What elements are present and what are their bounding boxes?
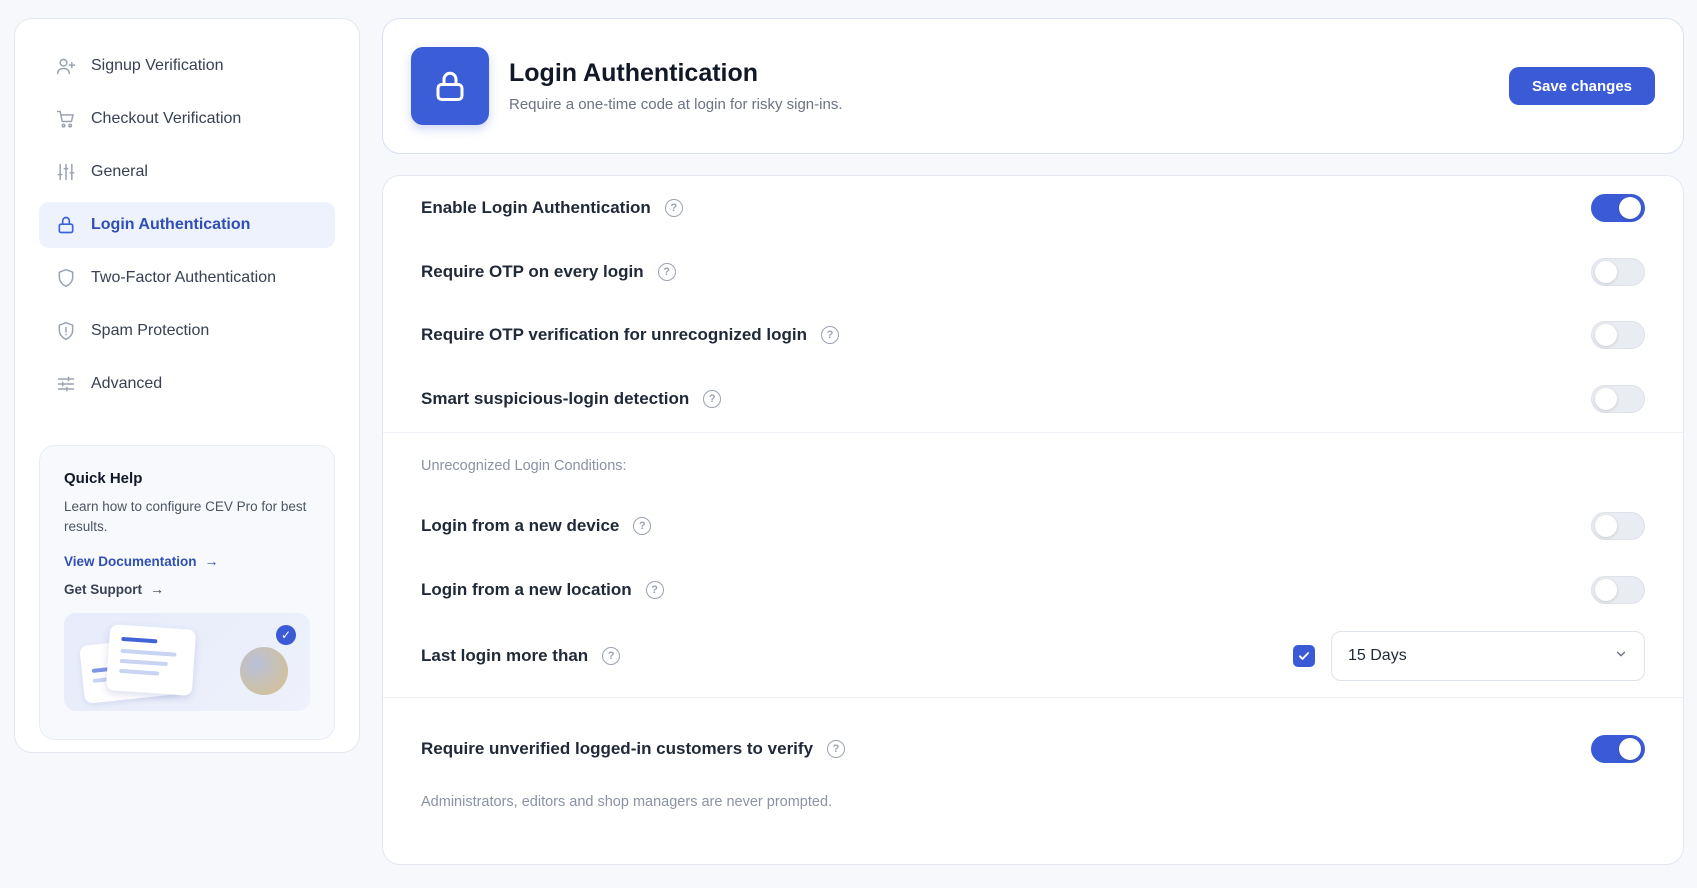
setting-label: Smart suspicious-login detection <box>421 389 690 408</box>
arrow-right-icon: → <box>204 553 219 569</box>
setting-new-location: Login from a new location ? <box>421 570 1645 610</box>
setting-label: Require unverified logged-in customers t… <box>421 739 814 758</box>
page-subtitle: Require a one-time code at login for ris… <box>509 96 843 113</box>
sidebar-item-label: Signup Verification <box>91 57 224 74</box>
help-icon[interactable]: ? <box>821 326 840 344</box>
sidebar-item-checkout-verification[interactable]: Checkout Verification <box>39 96 335 142</box>
help-icon[interactable]: ? <box>657 263 676 281</box>
sidebar-item-label: Login Authentication <box>91 216 251 233</box>
setting-label: Enable Login Authentication <box>421 198 651 217</box>
lock-icon <box>55 214 77 236</box>
sidebar-item-login-authentication[interactable]: Login Authentication <box>39 202 335 248</box>
setting-otp-unrecognized: Require OTP verification for unrecognize… <box>421 315 1645 355</box>
setting-last-login: Last login more than ? 15 Days <box>421 631 1645 681</box>
divider <box>383 697 1683 698</box>
setting-label: Login from a new location <box>421 580 632 599</box>
setting-new-device: Login from a new device ? <box>421 506 1645 546</box>
conditions-section-label: Unrecognized Login Conditions: <box>421 458 627 474</box>
view-documentation-label: View Documentation <box>64 553 197 569</box>
sidebar: Signup Verification Checkout Verificatio… <box>14 18 360 753</box>
check-badge-icon: ✓ <box>276 625 296 645</box>
page-title: Login Authentication <box>509 59 759 87</box>
shield-alert-icon <box>55 320 77 342</box>
smart-detection-toggle[interactable] <box>1591 385 1645 413</box>
setting-enable-login-auth: Enable Login Authentication ? <box>421 188 1645 228</box>
help-icon[interactable]: ? <box>645 581 664 599</box>
quick-help-illustration: ✓ <box>64 613 310 711</box>
page-header: Login Authentication Require a one-time … <box>382 18 1684 154</box>
sidebar-item-label: Checkout Verification <box>91 110 242 127</box>
new-device-toggle[interactable] <box>1591 512 1645 540</box>
settings-footnote: Administrators, editors and shop manager… <box>421 794 833 810</box>
view-documentation-link[interactable]: View Documentation → <box>64 553 310 569</box>
sidebar-item-advanced[interactable]: Advanced <box>39 361 335 407</box>
document-card-front <box>105 624 197 696</box>
sidebar-item-two-factor-authentication[interactable]: Two-Factor Authentication <box>39 255 335 301</box>
quick-help-title: Quick Help <box>64 470 143 487</box>
lock-icon <box>411 47 489 125</box>
unverified-customers-toggle[interactable] <box>1591 735 1645 763</box>
help-icon[interactable]: ? <box>602 647 621 665</box>
chevron-down-icon <box>1614 647 1628 666</box>
shield-icon <box>55 267 77 289</box>
user-plus-icon <box>55 55 77 77</box>
quick-help-text: Learn how to configure CEV Pro for best … <box>64 499 307 534</box>
avatar-orb <box>240 647 288 695</box>
sidebar-item-label: Advanced <box>91 375 163 392</box>
settings-panel: Enable Login Authentication ? Require OT… <box>382 175 1684 865</box>
help-icon[interactable]: ? <box>827 740 846 758</box>
otp-every-login-toggle[interactable] <box>1591 258 1645 286</box>
divider <box>383 432 1683 433</box>
setting-label: Require OTP on every login <box>421 262 644 281</box>
sidebar-item-label: Spam Protection <box>91 322 210 339</box>
cart-icon <box>55 108 77 130</box>
setting-label: Require OTP verification for unrecognize… <box>421 325 808 344</box>
setting-label: Login from a new device <box>421 516 620 535</box>
arrow-right-icon: → <box>150 581 164 597</box>
sidebar-item-general[interactable]: General <box>39 149 335 195</box>
setting-unverified-customers: Require unverified logged-in customers t… <box>421 729 1645 769</box>
new-location-toggle[interactable] <box>1591 576 1645 604</box>
otp-unrecognized-toggle[interactable] <box>1591 321 1645 349</box>
sidebar-item-label: Two-Factor Authentication <box>91 269 276 286</box>
enable-login-auth-toggle[interactable] <box>1591 194 1645 222</box>
sliders-icon <box>55 161 77 183</box>
help-icon[interactable]: ? <box>703 390 722 408</box>
help-icon[interactable]: ? <box>633 517 652 535</box>
last-login-checkbox[interactable] <box>1293 645 1315 667</box>
settings-sliders-icon <box>55 373 77 395</box>
setting-label: Last login more than <box>421 646 589 665</box>
sidebar-item-label: General <box>91 163 148 180</box>
get-support-label: Get Support <box>64 581 142 597</box>
save-changes-button[interactable]: Save changes <box>1509 67 1655 105</box>
sidebar-item-signup-verification[interactable]: Signup Verification <box>39 43 335 89</box>
setting-otp-every-login: Require OTP on every login ? <box>421 252 1645 292</box>
select-value: 15 Days <box>1348 647 1407 664</box>
get-support-link[interactable]: Get Support → <box>64 581 310 597</box>
quick-help-panel: Quick Help Learn how to configure CEV Pr… <box>39 445 335 740</box>
last-login-days-select[interactable]: 15 Days <box>1331 631 1645 681</box>
sidebar-item-spam-protection[interactable]: Spam Protection <box>39 308 335 354</box>
help-icon[interactable]: ? <box>664 199 683 217</box>
setting-smart-detection: Smart suspicious-login detection ? <box>421 379 1645 419</box>
